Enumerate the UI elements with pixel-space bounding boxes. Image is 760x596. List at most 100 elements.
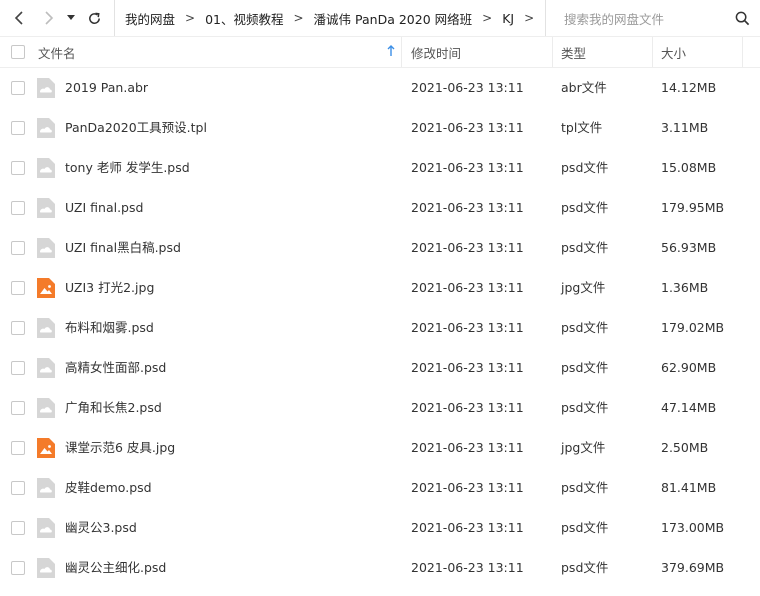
search-icon bbox=[735, 11, 749, 25]
breadcrumb-separator-icon: > bbox=[293, 11, 304, 25]
row-checkbox[interactable] bbox=[11, 121, 25, 135]
file-type: abr文件 bbox=[561, 80, 607, 95]
file-name[interactable]: 幽灵公3.psd bbox=[65, 508, 137, 548]
column-label-name: 文件名 bbox=[38, 45, 76, 61]
file-row[interactable]: 布料和烟雾.psd 2021-06-23 13:11 psd文件 179.02M… bbox=[0, 308, 760, 348]
column-label-size: 大小 bbox=[661, 45, 687, 61]
file-type: psd文件 bbox=[561, 240, 609, 255]
file-modified: 2021-06-23 13:11 bbox=[411, 480, 524, 495]
search-box: 搜索我的网盘文件 bbox=[545, 0, 760, 36]
generic-file-icon bbox=[37, 318, 55, 338]
file-modified: 2021-06-23 13:11 bbox=[411, 160, 524, 175]
file-size: 56.93MB bbox=[661, 240, 717, 255]
file-row[interactable]: 广角和长焦2.psd 2021-06-23 13:11 psd文件 47.14M… bbox=[0, 388, 760, 428]
caret-down-icon bbox=[67, 15, 75, 20]
file-list-header: 文件名 修改时间 类型 大小 bbox=[0, 36, 760, 68]
file-type: psd文件 bbox=[561, 520, 609, 535]
file-size: 15.08MB bbox=[661, 160, 717, 175]
sort-ascending-icon bbox=[387, 45, 395, 56]
file-row[interactable]: 幽灵公3.psd 2021-06-23 13:11 psd文件 173.00MB bbox=[0, 508, 760, 548]
column-header-modified[interactable]: 修改时间 bbox=[403, 37, 553, 67]
forward-button[interactable] bbox=[36, 6, 60, 30]
file-row[interactable]: 高精女性面部.psd 2021-06-23 13:11 psd文件 62.90M… bbox=[0, 348, 760, 388]
file-modified: 2021-06-23 13:11 bbox=[411, 360, 524, 375]
image-file-icon bbox=[37, 438, 55, 458]
row-checkbox[interactable] bbox=[11, 521, 25, 535]
file-name[interactable]: UZI final黑白稿.psd bbox=[65, 228, 181, 268]
file-row[interactable]: 课堂示范6 皮具.jpg 2021-06-23 13:11 jpg文件 2.50… bbox=[0, 428, 760, 468]
row-checkbox[interactable] bbox=[11, 441, 25, 455]
breadcrumb-separator-icon: > bbox=[185, 11, 196, 25]
back-button[interactable] bbox=[8, 6, 32, 30]
file-size: 14.12MB bbox=[661, 80, 717, 95]
breadcrumb-item-current[interactable]: KJ bbox=[502, 11, 514, 26]
file-name[interactable]: 布料和烟雾.psd bbox=[65, 308, 154, 348]
file-size: 379.69MB bbox=[661, 560, 725, 575]
file-size: 62.90MB bbox=[661, 360, 717, 375]
file-name[interactable]: UZI3 打光2.jpg bbox=[65, 268, 154, 308]
file-type: jpg文件 bbox=[561, 440, 606, 455]
generic-file-icon bbox=[37, 558, 55, 578]
file-row[interactable]: 2019 Pan.abr 2021-06-23 13:11 abr文件 14.1… bbox=[0, 68, 760, 108]
file-size: 179.95MB bbox=[661, 200, 725, 215]
file-type: psd文件 bbox=[561, 360, 609, 375]
row-checkbox[interactable] bbox=[11, 281, 25, 295]
breadcrumb-item-root[interactable]: 我的网盘 bbox=[125, 9, 175, 28]
breadcrumb-separator-icon: > bbox=[482, 11, 493, 25]
breadcrumb-expand-icon[interactable]: > bbox=[524, 11, 534, 25]
row-checkbox[interactable] bbox=[11, 401, 25, 415]
file-name[interactable]: UZI final.psd bbox=[65, 188, 143, 228]
breadcrumb-item[interactable]: 01、视频教程 bbox=[205, 9, 283, 28]
file-type: psd文件 bbox=[561, 480, 609, 495]
generic-file-icon bbox=[37, 158, 55, 178]
chevron-left-icon bbox=[14, 11, 23, 25]
file-row[interactable]: 皮鞋demo.psd 2021-06-23 13:11 psd文件 81.41M… bbox=[0, 468, 760, 508]
file-row[interactable]: 幽灵公主细化.psd 2021-06-23 13:11 psd文件 379.69… bbox=[0, 548, 760, 588]
file-modified: 2021-06-23 13:11 bbox=[411, 520, 524, 535]
generic-file-icon bbox=[37, 118, 55, 138]
file-name[interactable]: 课堂示范6 皮具.jpg bbox=[65, 428, 175, 468]
file-row[interactable]: UZI final.psd 2021-06-23 13:11 psd文件 179… bbox=[0, 188, 760, 228]
row-checkbox[interactable] bbox=[11, 161, 25, 175]
search-button[interactable] bbox=[728, 4, 756, 32]
file-name[interactable]: tony 老师 发学生.psd bbox=[65, 148, 190, 188]
file-row[interactable]: UZI final黑白稿.psd 2021-06-23 13:11 psd文件 … bbox=[0, 228, 760, 268]
file-name[interactable]: 2019 Pan.abr bbox=[65, 68, 148, 108]
row-checkbox[interactable] bbox=[11, 321, 25, 335]
file-name[interactable]: 高精女性面部.psd bbox=[65, 348, 166, 388]
file-row[interactable]: UZI3 打光2.jpg 2021-06-23 13:11 jpg文件 1.36… bbox=[0, 268, 760, 308]
file-name[interactable]: PanDa2020工具预设.tpl bbox=[65, 108, 207, 148]
file-type: psd文件 bbox=[561, 320, 609, 335]
file-size: 1.36MB bbox=[661, 280, 709, 295]
column-header-size[interactable]: 大小 bbox=[653, 37, 743, 67]
generic-file-icon bbox=[37, 518, 55, 538]
file-size: 47.14MB bbox=[661, 400, 717, 415]
history-dropdown-button[interactable] bbox=[62, 6, 80, 30]
generic-file-icon bbox=[37, 398, 55, 418]
row-checkbox[interactable] bbox=[11, 361, 25, 375]
chevron-right-icon bbox=[45, 11, 54, 25]
column-header-name[interactable]: 文件名 bbox=[38, 37, 402, 67]
file-name[interactable]: 皮鞋demo.psd bbox=[65, 468, 152, 508]
file-name[interactable]: 幽灵公主细化.psd bbox=[65, 548, 166, 588]
search-input[interactable]: 搜索我的网盘文件 bbox=[546, 9, 728, 28]
row-checkbox[interactable] bbox=[11, 561, 25, 575]
file-row[interactable]: PanDa2020工具预设.tpl 2021-06-23 13:11 tpl文件… bbox=[0, 108, 760, 148]
file-type: psd文件 bbox=[561, 160, 609, 175]
file-name[interactable]: 广角和长焦2.psd bbox=[65, 388, 162, 428]
file-size: 81.41MB bbox=[661, 480, 717, 495]
file-size: 173.00MB bbox=[661, 520, 725, 535]
select-all-checkbox[interactable] bbox=[11, 45, 25, 59]
refresh-icon bbox=[88, 12, 100, 24]
row-checkbox[interactable] bbox=[11, 201, 25, 215]
file-modified: 2021-06-23 13:11 bbox=[411, 280, 524, 295]
file-row[interactable]: tony 老师 发学生.psd 2021-06-23 13:11 psd文件 1… bbox=[0, 148, 760, 188]
breadcrumb-item[interactable]: 潘诚伟 PanDa 2020 网络班 bbox=[314, 9, 473, 28]
file-list: 2019 Pan.abr 2021-06-23 13:11 abr文件 14.1… bbox=[0, 68, 760, 588]
generic-file-icon bbox=[37, 198, 55, 218]
row-checkbox[interactable] bbox=[11, 481, 25, 495]
row-checkbox[interactable] bbox=[11, 81, 25, 95]
column-header-type[interactable]: 类型 bbox=[553, 37, 653, 67]
refresh-button[interactable] bbox=[82, 6, 106, 30]
row-checkbox[interactable] bbox=[11, 241, 25, 255]
